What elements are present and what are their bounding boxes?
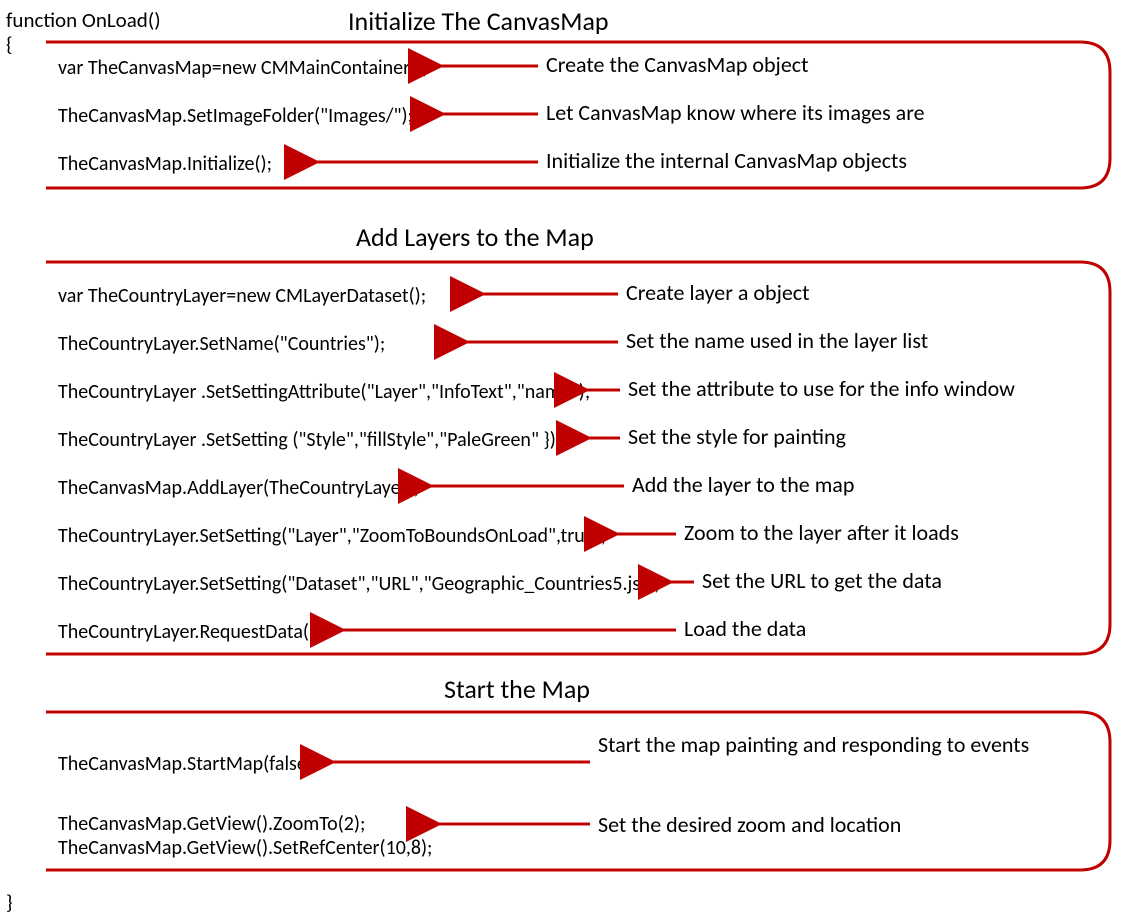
section2-title: Add Layers to the Map (356, 222, 594, 253)
code-s2-l4: TheCountryLayer .SetSetting ("Style","fi… (58, 428, 561, 452)
page-root: function OnLoad() { } Initialize The Can… (0, 0, 1122, 918)
code-s2-l3: TheCountryLayer .SetSettingAttribute("La… (58, 380, 590, 404)
section3-title: Start the Map (444, 674, 590, 705)
code-s1-l3: TheCanvasMap.Initialize(); (58, 152, 272, 176)
annot-s1-a3: Initialize the internal CanvasMap object… (546, 148, 907, 174)
annot-s2-a4: Set the style for painting (628, 424, 846, 450)
annot-s2-a6: Zoom to the layer after it loads (684, 520, 959, 546)
code-s2-l6: TheCountryLayer.SetSetting("Layer","Zoom… (58, 524, 606, 548)
code-s2-l1: var TheCountryLayer=new CMLayerDataset()… (58, 284, 426, 308)
overlay-svg (0, 0, 1122, 918)
function-signature: function OnLoad() (6, 8, 161, 33)
annot-s2-a8: Load the data (684, 616, 806, 642)
annot-s2-a7: Set the URL to get the data (702, 568, 942, 594)
annot-s3-a2: Set the desired zoom and location (598, 812, 901, 838)
annot-s2-a2: Set the name used in the layer list (626, 328, 928, 354)
code-s1-l1: var TheCanvasMap=new CMMainContainer(); (58, 56, 428, 80)
annot-s1-a2: Let CanvasMap know where its images are (546, 100, 925, 126)
annot-s3-a1: Start the map painting and responding to… (598, 732, 1029, 758)
code-s2-l5: TheCanvasMap.AddLayer(TheCountryLayer); (58, 476, 419, 500)
code-s3-l2: TheCanvasMap.GetView().ZoomTo(2); (58, 812, 365, 836)
brace-close: } (6, 890, 13, 915)
code-s3-l1: TheCanvasMap.StartMap(false); (58, 752, 318, 776)
annot-s2-a3: Set the attribute to use for the info wi… (628, 376, 1015, 402)
section1-title: Initialize The CanvasMap (348, 6, 609, 37)
annot-s1-a1: Create the CanvasMap object (546, 52, 808, 78)
brace-open: { (6, 32, 13, 57)
code-s2-l7: TheCountryLayer.SetSetting("Dataset","UR… (58, 572, 660, 596)
code-s2-l8: TheCountryLayer.RequestData(); (58, 620, 320, 644)
annot-s2-a1: Create layer a object (626, 280, 809, 306)
code-s3-l3: TheCanvasMap.GetView().SetRefCenter(10,8… (58, 836, 432, 860)
annot-s2-a5: Add the layer to the map (632, 472, 854, 498)
code-s2-l2: TheCountryLayer.SetName("Countries"); (58, 332, 385, 356)
code-s1-l2: TheCanvasMap.SetImageFolder("Images/"); (58, 104, 413, 128)
